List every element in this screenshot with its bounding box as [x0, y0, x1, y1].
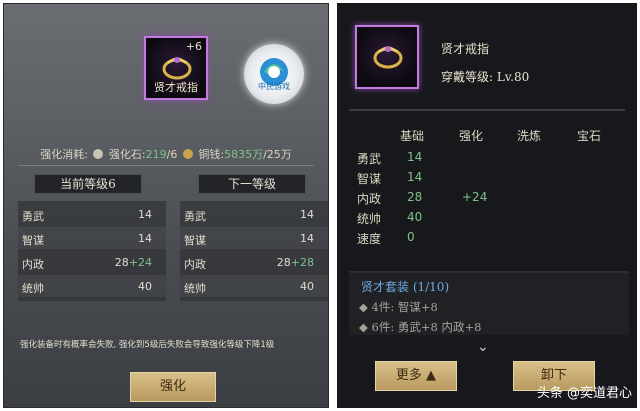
stat-name: 智谋 [184, 234, 206, 247]
stat-row: 内政 28+28 [180, 251, 328, 273]
next-stats-box: 勇武 14 智谋 14 内政 28+28 统帅 40 [180, 201, 328, 301]
strengthen-button[interactable]: 强化 [130, 372, 216, 402]
stone-label: 强化石: [108, 148, 146, 161]
stat-bonus: +28 [290, 256, 314, 269]
item-enhance-level: +6 [185, 40, 202, 53]
strengthen-panel: +6 贤才戒指 中民游戏 强化消耗: 强化石:219/6 铜钱:5835万/25… [3, 3, 329, 408]
attr-name: 速度 [357, 232, 382, 246]
attr-row: 速度 0 [349, 227, 629, 247]
stat-row: 内政 28+24 [18, 251, 166, 273]
attr-name: 勇武 [357, 152, 382, 166]
stat-name: 勇武 [22, 210, 44, 223]
item-slot[interactable]: +6 贤才戒指 [144, 36, 208, 100]
chevron-down-icon[interactable]: ⌄ [477, 339, 489, 355]
ring-icon [373, 46, 403, 69]
item-name: 贤才戒指 [441, 42, 490, 56]
game-logo-emblem: 中民游戏 [244, 44, 304, 104]
cost-line: 强化消耗: 强化石:219/6 铜钱:5835万/25万 [4, 146, 328, 162]
stat-value: 28 [276, 256, 291, 269]
stat-value-with-bonus: 28+24 [115, 256, 152, 269]
logo-icon [260, 58, 288, 86]
stat-name: 统帅 [22, 282, 44, 295]
more-button[interactable]: 更多 ▲ [375, 361, 457, 391]
logo-text: 中民游戏 [258, 82, 290, 91]
watermark: 头条 @奕道君心 [536, 386, 632, 401]
attr-row: 统帅 40 [349, 207, 629, 227]
stat-value: 14 [138, 232, 152, 245]
attr-base: 40 [407, 210, 423, 224]
current-stats-box: 勇武 14 智谋 14 内政 28+24 统帅 40 [18, 201, 166, 301]
attr-base: 14 [407, 170, 423, 184]
stat-value: 28 [114, 256, 129, 269]
next-level-tab: 下一等级 [198, 174, 306, 194]
col-header-refine: 洗炼 [517, 129, 542, 143]
stat-value-with-bonus: 28+28 [277, 256, 314, 269]
item-name: 贤才戒指 [154, 81, 198, 94]
col-header-gem: 宝石 [577, 129, 602, 143]
coin-have: 5835万 [224, 148, 264, 161]
set-bonus-box[interactable]: 贤才套装 (1/10) ◆ 4件: 智谋+8 ◆ 6件: 勇武+8 内政+8 [349, 271, 629, 335]
attr-name: 内政 [357, 192, 382, 206]
divider [349, 109, 625, 111]
stat-row: 勇武 14 [18, 203, 166, 225]
cost-label: 强化消耗: [40, 148, 88, 161]
attr-base: 0 [407, 230, 415, 244]
screenshot-root: +6 贤才戒指 中民游戏 强化消耗: 强化石:219/6 铜钱:5835万/25… [0, 0, 640, 411]
coin-label: 铜钱: [198, 148, 225, 161]
current-level-tab: 当前等级6 [34, 174, 142, 194]
attr-base: 28 [407, 190, 423, 204]
set-line: ◆ 6件: 勇武+8 内政+8 [359, 320, 482, 334]
ring-icon [162, 57, 192, 80]
stat-row: 勇武 14 [180, 203, 328, 225]
set-title: 贤才套装 (1/10) [361, 280, 450, 294]
equip-level: 穿戴等级: Lv.80 [441, 70, 530, 84]
attr-name: 统帅 [357, 212, 382, 226]
stone-icon [93, 149, 104, 159]
stone-have: 219 [145, 148, 167, 161]
item-icon-slot [355, 25, 419, 89]
col-header-enhance: 强化 [459, 129, 484, 143]
stat-name: 内政 [22, 258, 44, 271]
stat-row: 智谋 14 [180, 227, 328, 249]
attr-row: 智谋 14 [349, 167, 629, 187]
stat-row: 统帅 40 [180, 275, 328, 297]
attr-base: 14 [407, 150, 423, 164]
set-line: ◆ 4件: 智谋+8 [359, 300, 438, 314]
stat-value: 14 [300, 232, 314, 245]
stat-value: 40 [300, 280, 314, 293]
col-header-base: 基础 [400, 129, 425, 143]
divider [18, 165, 314, 166]
attr-row: 内政 28 +24 [349, 187, 629, 207]
stat-name: 统帅 [184, 282, 206, 295]
stat-value: 14 [300, 208, 314, 221]
stat-name: 勇武 [184, 210, 206, 223]
failure-notice: 强化装备时有概率会失败, 强化到5级后失败会导致强化等级下降1级 [20, 340, 275, 350]
stat-row: 统帅 40 [18, 275, 166, 297]
attr-row: 勇武 14 [349, 147, 629, 167]
stone-need: /6 [166, 148, 178, 161]
attr-enhance: +24 [462, 190, 488, 204]
stat-name: 内政 [184, 258, 206, 271]
stat-name: 智谋 [22, 234, 44, 247]
stat-bonus: +24 [128, 256, 152, 269]
item-detail-panel: 贤才戒指 穿戴等级: Lv.80 基础 强化 洗炼 宝石 勇武 14 智谋 14… [337, 3, 637, 408]
attr-name: 智谋 [357, 172, 382, 186]
coin-need: /25万 [263, 148, 292, 161]
stat-value: 40 [138, 280, 152, 293]
stat-row: 智谋 14 [18, 227, 166, 249]
stat-value: 14 [138, 208, 152, 221]
coin-icon [182, 149, 193, 159]
